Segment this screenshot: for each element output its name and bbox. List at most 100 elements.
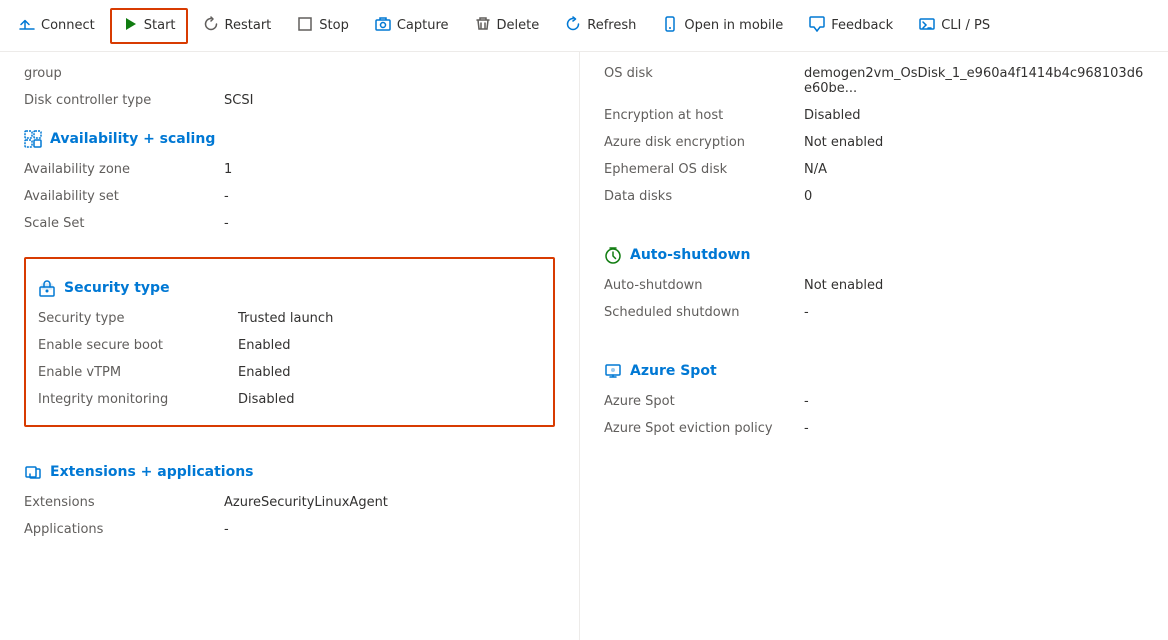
- property-row: Enable secure boot Enabled: [38, 332, 541, 359]
- azure-spot-value: -: [804, 394, 1144, 409]
- connect-icon: [19, 16, 35, 36]
- disk-controller-value: SCSI: [224, 93, 555, 108]
- property-row: Extensions AzureSecurityLinuxAgent: [24, 489, 555, 516]
- restart-button[interactable]: Restart: [192, 9, 283, 43]
- extensions-value: AzureSecurityLinuxAgent: [224, 495, 555, 510]
- vtpm-label: Enable vTPM: [38, 365, 238, 380]
- auto-shutdown-title: Auto-shutdown: [630, 247, 750, 263]
- security-section: Security type Security type Trusted laun…: [24, 257, 555, 427]
- connect-label: Connect: [41, 18, 95, 33]
- auto-shutdown-section: Auto-shutdown Auto-shutdown Not enabled …: [604, 230, 1144, 326]
- property-row: Ephemeral OS disk N/A: [604, 156, 1144, 183]
- extensions-header: Extensions + applications: [24, 447, 555, 481]
- avail-zone-label: Availability zone: [24, 162, 224, 177]
- cli-ps-button[interactable]: CLI / PS: [908, 9, 1001, 43]
- applications-value: -: [224, 522, 555, 537]
- azure-spot-eviction-value: -: [804, 421, 1144, 436]
- avail-zone-value: 1: [224, 162, 555, 177]
- avail-set-label: Availability set: [24, 189, 224, 204]
- extensions-label: Extensions: [24, 495, 224, 510]
- restart-icon: [203, 16, 219, 36]
- capture-icon: [375, 16, 391, 36]
- property-label: group: [24, 66, 224, 81]
- main-content: group Disk controller type SCSI: [0, 52, 1168, 640]
- applications-label: Applications: [24, 522, 224, 537]
- refresh-button[interactable]: Refresh: [554, 9, 647, 43]
- refresh-label: Refresh: [587, 18, 636, 33]
- integrity-value: Disabled: [238, 392, 541, 407]
- property-row: Security type Trusted launch: [38, 305, 541, 332]
- security-type-label: Security type: [38, 311, 238, 326]
- security-type-value: Trusted launch: [238, 311, 541, 326]
- secure-boot-value: Enabled: [238, 338, 541, 353]
- delete-icon: [475, 16, 491, 36]
- property-row: Availability zone 1: [24, 156, 555, 183]
- property-row: Auto-shutdown Not enabled: [604, 272, 1144, 299]
- property-row: Data disks 0: [604, 183, 1144, 210]
- extensions-icon: [24, 463, 42, 481]
- property-row: group: [24, 60, 555, 87]
- scheduled-shutdown-label: Scheduled shutdown: [604, 305, 804, 320]
- scale-set-label: Scale Set: [24, 216, 224, 231]
- azure-spot-header: Azure Spot: [604, 346, 1144, 380]
- extensions-title: Extensions + applications: [50, 464, 254, 480]
- azure-disk-enc-value: Not enabled: [804, 135, 1144, 150]
- capture-button[interactable]: Capture: [364, 9, 460, 43]
- auto-shutdown-header: Auto-shutdown: [604, 230, 1144, 264]
- avail-set-value: -: [224, 189, 555, 204]
- secure-boot-label: Enable secure boot: [38, 338, 238, 353]
- feedback-label: Feedback: [831, 18, 893, 33]
- extensions-section: Extensions + applications Extensions Azu…: [24, 447, 555, 543]
- property-row: Applications -: [24, 516, 555, 543]
- disk-controller-label: Disk controller type: [24, 93, 224, 108]
- monitor-icon: [604, 362, 622, 380]
- clock-icon: [604, 246, 622, 264]
- data-disks-label: Data disks: [604, 189, 804, 204]
- cli-icon: [919, 16, 935, 36]
- ephemeral-os-value: N/A: [804, 162, 1144, 177]
- start-button[interactable]: Start: [110, 8, 188, 44]
- auto-shutdown-value: Not enabled: [804, 278, 1144, 293]
- stop-label: Stop: [319, 18, 349, 33]
- open-mobile-label: Open in mobile: [684, 18, 783, 33]
- availability-header: Availability + scaling: [24, 114, 555, 148]
- security-title: Security type: [64, 280, 170, 296]
- refresh-icon: [565, 16, 581, 36]
- scheduled-shutdown-value: -: [804, 305, 1144, 320]
- encryption-host-value: Disabled: [804, 108, 1144, 123]
- feedback-button[interactable]: Feedback: [798, 9, 904, 43]
- property-row: Azure Spot eviction policy -: [604, 415, 1144, 442]
- os-disk-label: OS disk: [604, 66, 804, 81]
- top-rows: group Disk controller type SCSI: [24, 52, 555, 114]
- start-icon: [122, 16, 138, 36]
- toolbar: Connect Start Restart Stop: [0, 0, 1168, 52]
- disk-top-rows: OS disk demogen2vm_OsDisk_1_e960a4f1414b…: [604, 52, 1144, 210]
- property-row: Integrity monitoring Disabled: [38, 386, 541, 413]
- security-icon: [38, 279, 56, 297]
- property-row: Availability set -: [24, 183, 555, 210]
- scale-set-value: -: [224, 216, 555, 231]
- mobile-icon: [662, 16, 678, 36]
- data-disks-value: 0: [804, 189, 1144, 204]
- azure-spot-label: Azure Spot: [604, 394, 804, 409]
- stop-button[interactable]: Stop: [286, 9, 360, 43]
- os-disk-value: demogen2vm_OsDisk_1_e960a4f1414b4c968103…: [804, 66, 1144, 96]
- property-row: Scale Set -: [24, 210, 555, 237]
- delete-button[interactable]: Delete: [464, 9, 551, 43]
- connect-button[interactable]: Connect: [8, 9, 106, 43]
- stop-icon: [297, 16, 313, 36]
- availability-icon: [24, 130, 42, 148]
- security-header: Security type: [38, 263, 541, 297]
- open-mobile-button[interactable]: Open in mobile: [651, 9, 794, 43]
- right-panel: OS disk demogen2vm_OsDisk_1_e960a4f1414b…: [580, 52, 1168, 640]
- feedback-icon: [809, 16, 825, 36]
- azure-spot-section: Azure Spot Azure Spot - Azure Spot evict…: [604, 346, 1144, 442]
- property-row: Scheduled shutdown -: [604, 299, 1144, 326]
- start-label: Start: [144, 18, 176, 33]
- azure-spot-title: Azure Spot: [630, 363, 717, 379]
- availability-title: Availability + scaling: [50, 131, 215, 147]
- delete-label: Delete: [497, 18, 540, 33]
- azure-disk-enc-label: Azure disk encryption: [604, 135, 804, 150]
- property-row: Encryption at host Disabled: [604, 102, 1144, 129]
- auto-shutdown-label: Auto-shutdown: [604, 278, 804, 293]
